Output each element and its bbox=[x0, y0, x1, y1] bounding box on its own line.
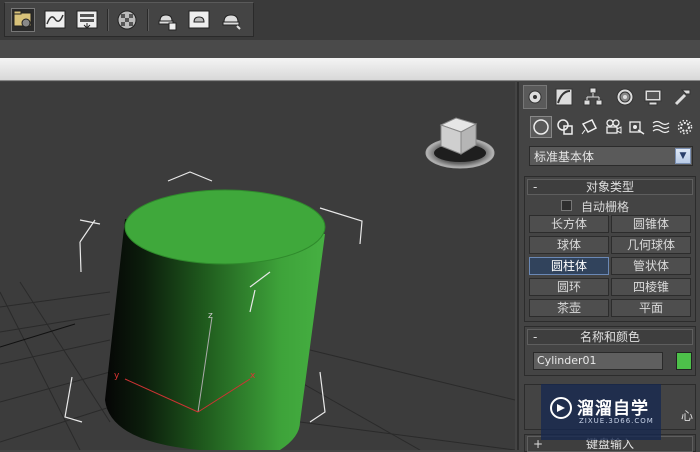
lights-category[interactable] bbox=[578, 116, 600, 138]
material-editor-button[interactable] bbox=[115, 8, 139, 32]
shapes-category[interactable] bbox=[554, 116, 576, 138]
collapse-icon: - bbox=[533, 330, 538, 344]
teapot-button[interactable]: 茶壶 bbox=[529, 299, 609, 317]
viewport-canvas[interactable]: z x y bbox=[0, 82, 515, 450]
geometry-category[interactable] bbox=[530, 116, 552, 138]
modify-icon bbox=[555, 88, 573, 106]
display-icon bbox=[644, 89, 662, 106]
tube-button[interactable]: 管状体 bbox=[611, 257, 691, 275]
helpers-category[interactable] bbox=[626, 116, 648, 138]
viewcube-icon[interactable] bbox=[425, 117, 495, 169]
modify-tab[interactable] bbox=[552, 85, 576, 109]
watermark: 溜溜自学 ZIXUE.3D66.COM bbox=[541, 384, 661, 440]
cameras-category[interactable] bbox=[602, 116, 624, 138]
create-category-row bbox=[527, 116, 697, 140]
main-toolbar bbox=[0, 0, 700, 40]
gear-icon bbox=[677, 119, 693, 135]
rendered-frame-window-icon bbox=[188, 10, 210, 29]
motion-icon bbox=[616, 88, 634, 106]
rendered-frame-window-button[interactable] bbox=[187, 8, 211, 32]
render-production-icon bbox=[222, 14, 241, 30]
plane-button[interactable]: 平面 bbox=[611, 299, 691, 317]
hierarchy-tab[interactable] bbox=[581, 85, 605, 109]
schematic-view-button[interactable] bbox=[75, 8, 99, 32]
creation-method-partial-text: 心 bbox=[681, 409, 694, 423]
watermark-title: 溜溜自学 bbox=[577, 399, 649, 419]
command-panel-tabs bbox=[521, 85, 699, 111]
axis-label-z: z bbox=[208, 311, 213, 321]
material-editor-icon bbox=[117, 10, 137, 30]
axis-label-y: y bbox=[114, 371, 120, 381]
object-type-rollout: - 对象类型 自动栅格 长方体 圆锥体 球体 几何球体 圆柱体 管状体 圆环 四… bbox=[524, 176, 696, 322]
grid-home-line bbox=[0, 323, 76, 348]
light-icon bbox=[581, 119, 598, 135]
scene-explorer-icon bbox=[13, 10, 32, 28]
camera-icon bbox=[606, 119, 622, 134]
toolbar-separator bbox=[147, 9, 149, 31]
render-setup-icon bbox=[158, 14, 177, 31]
name-color-header[interactable]: - 名称和颜色 bbox=[527, 329, 693, 345]
axis-label-x: x bbox=[250, 371, 256, 381]
schematic-view-icon bbox=[76, 10, 98, 29]
pyramid-button[interactable]: 四棱锥 bbox=[611, 278, 691, 296]
cone-button[interactable]: 圆锥体 bbox=[611, 215, 691, 233]
space-warp-icon bbox=[652, 120, 670, 134]
torus-button[interactable]: 圆环 bbox=[529, 278, 609, 296]
render-production-button[interactable] bbox=[219, 8, 243, 32]
hierarchy-icon bbox=[583, 87, 603, 106]
render-setup-button[interactable] bbox=[155, 8, 179, 32]
scene-explorer-button[interactable] bbox=[11, 8, 35, 32]
collapse-icon: - bbox=[533, 180, 538, 194]
ribbon-strip bbox=[0, 40, 700, 58]
display-tab[interactable] bbox=[641, 85, 665, 109]
name-color-rollout: - 名称和颜色 Cylinder01 bbox=[524, 326, 696, 376]
create-tab[interactable] bbox=[523, 85, 547, 109]
motion-tab[interactable] bbox=[613, 85, 637, 109]
shapes-icon bbox=[557, 119, 573, 135]
object-type-title: 对象类型 bbox=[585, 180, 634, 194]
watermark-logo-icon bbox=[550, 397, 572, 419]
autogrid-row: 自动栅格 bbox=[525, 197, 695, 215]
name-color-title: 名称和颜色 bbox=[579, 330, 640, 344]
autogrid-checkbox[interactable] bbox=[561, 200, 572, 211]
curve-editor-button[interactable] bbox=[43, 8, 67, 32]
create-icon bbox=[528, 90, 542, 104]
box-button[interactable]: 长方体 bbox=[529, 215, 609, 233]
sphere-icon bbox=[533, 119, 549, 135]
object-type-header[interactable]: - 对象类型 bbox=[527, 179, 693, 195]
helper-icon bbox=[629, 121, 645, 135]
watermark-subtitle: ZIXUE.3D66.COM bbox=[579, 417, 654, 425]
sphere-button[interactable]: 球体 bbox=[529, 236, 609, 254]
viewport-layout-bar bbox=[0, 58, 700, 81]
hammer-icon bbox=[674, 89, 691, 106]
autogrid-label: 自动栅格 bbox=[581, 200, 630, 214]
chevron-down-icon[interactable]: ▼ bbox=[675, 148, 691, 164]
cylinder-button[interactable]: 圆柱体 bbox=[529, 257, 609, 275]
utilities-tab[interactable] bbox=[671, 85, 695, 109]
geosphere-button[interactable]: 几何球体 bbox=[611, 236, 691, 254]
cylinder-object[interactable] bbox=[105, 189, 326, 450]
dropdown-value: 标准基本体 bbox=[534, 149, 595, 164]
systems-category[interactable] bbox=[674, 116, 696, 138]
curve-editor-icon bbox=[44, 10, 66, 29]
toolbar-separator bbox=[107, 9, 109, 31]
object-name-field[interactable]: Cylinder01 bbox=[533, 352, 663, 370]
perspective-viewport[interactable]: z x y bbox=[0, 82, 515, 450]
toolbar-group bbox=[4, 2, 254, 37]
primitive-type-dropdown[interactable]: 标准基本体 ▼ bbox=[529, 146, 693, 166]
space-warps-category[interactable] bbox=[650, 116, 672, 138]
object-color-swatch[interactable] bbox=[676, 352, 692, 370]
